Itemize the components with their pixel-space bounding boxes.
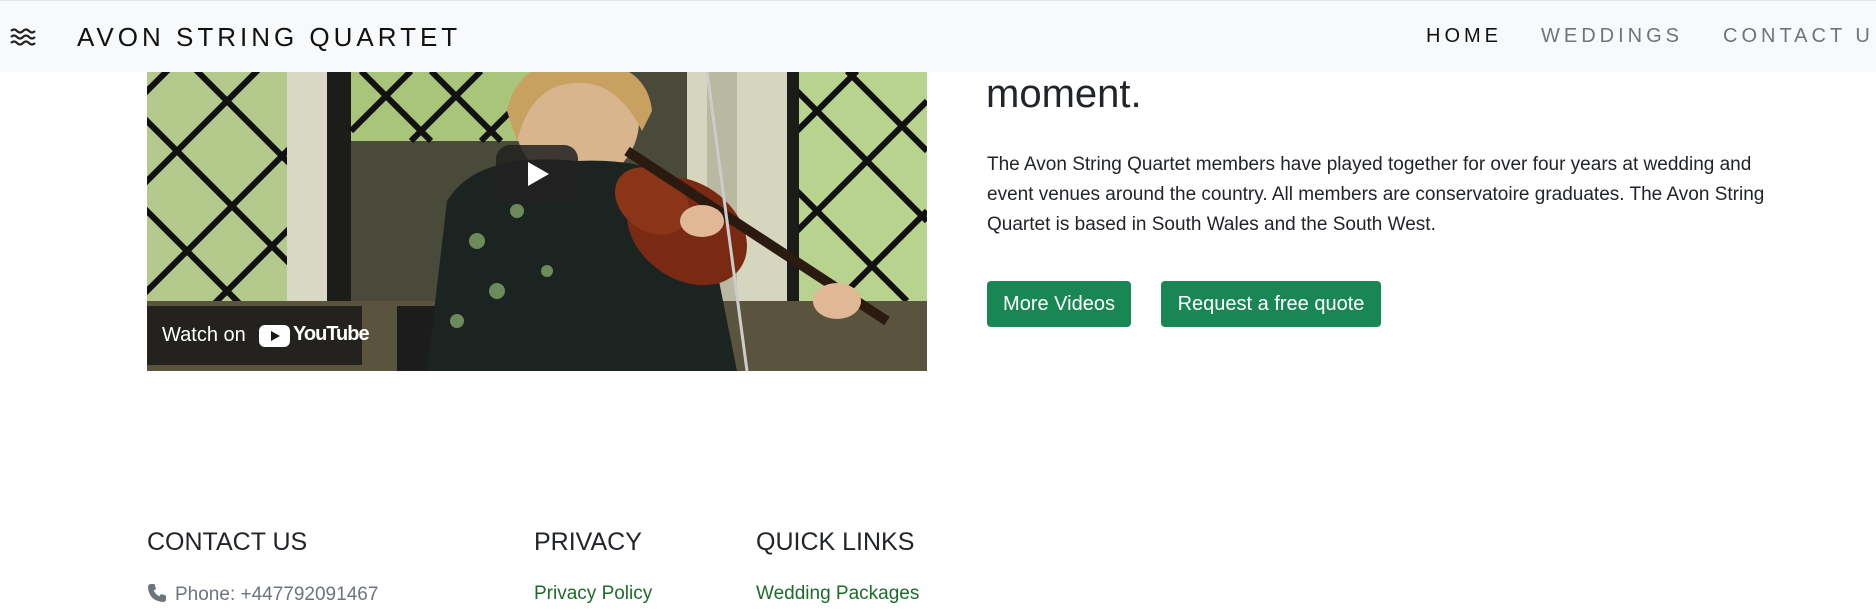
nav-link-weddings[interactable]: WEDDINGS (1541, 25, 1683, 48)
phone-icon (147, 583, 167, 603)
footer-phone: Phone: +447792091467 (147, 583, 378, 606)
hamburger-waves-icon[interactable] (10, 25, 36, 49)
top-navbar: AVON STRING QUARTET HOME WEDDINGS CONTAC… (0, 0, 1876, 72)
nav-link-contact[interactable]: CONTACT U (1723, 25, 1874, 48)
watch-on-youtube-button[interactable]: Watch on YouTube (147, 306, 370, 365)
youtube-video-embed[interactable]: Watch on YouTube (147, 71, 927, 371)
play-icon (528, 162, 549, 186)
request-quote-button[interactable]: Request a free quote (1161, 281, 1381, 327)
footer-heading-contact: CONTACT US (147, 528, 308, 556)
nav-link-home[interactable]: HOME (1426, 25, 1502, 48)
more-videos-button[interactable]: More Videos (987, 281, 1131, 327)
youtube-label: YouTube (293, 323, 370, 345)
youtube-icon (259, 325, 290, 347)
footer-heading-privacy: PRIVACY (534, 528, 642, 556)
footer-heading-quick-links: QUICK LINKS (756, 528, 915, 556)
play-button[interactable] (496, 145, 578, 203)
watch-on-label: Watch on (162, 324, 246, 346)
section-heading: moment. (986, 72, 1142, 116)
phone-number[interactable]: Phone: +447792091467 (175, 584, 378, 605)
wedding-packages-link[interactable]: Wedding Packages (756, 583, 919, 605)
site-brand[interactable]: AVON STRING QUARTET (77, 22, 461, 53)
description-text: The Avon String Quartet members have pla… (987, 154, 1765, 235)
privacy-policy-link[interactable]: Privacy Policy (534, 583, 652, 605)
